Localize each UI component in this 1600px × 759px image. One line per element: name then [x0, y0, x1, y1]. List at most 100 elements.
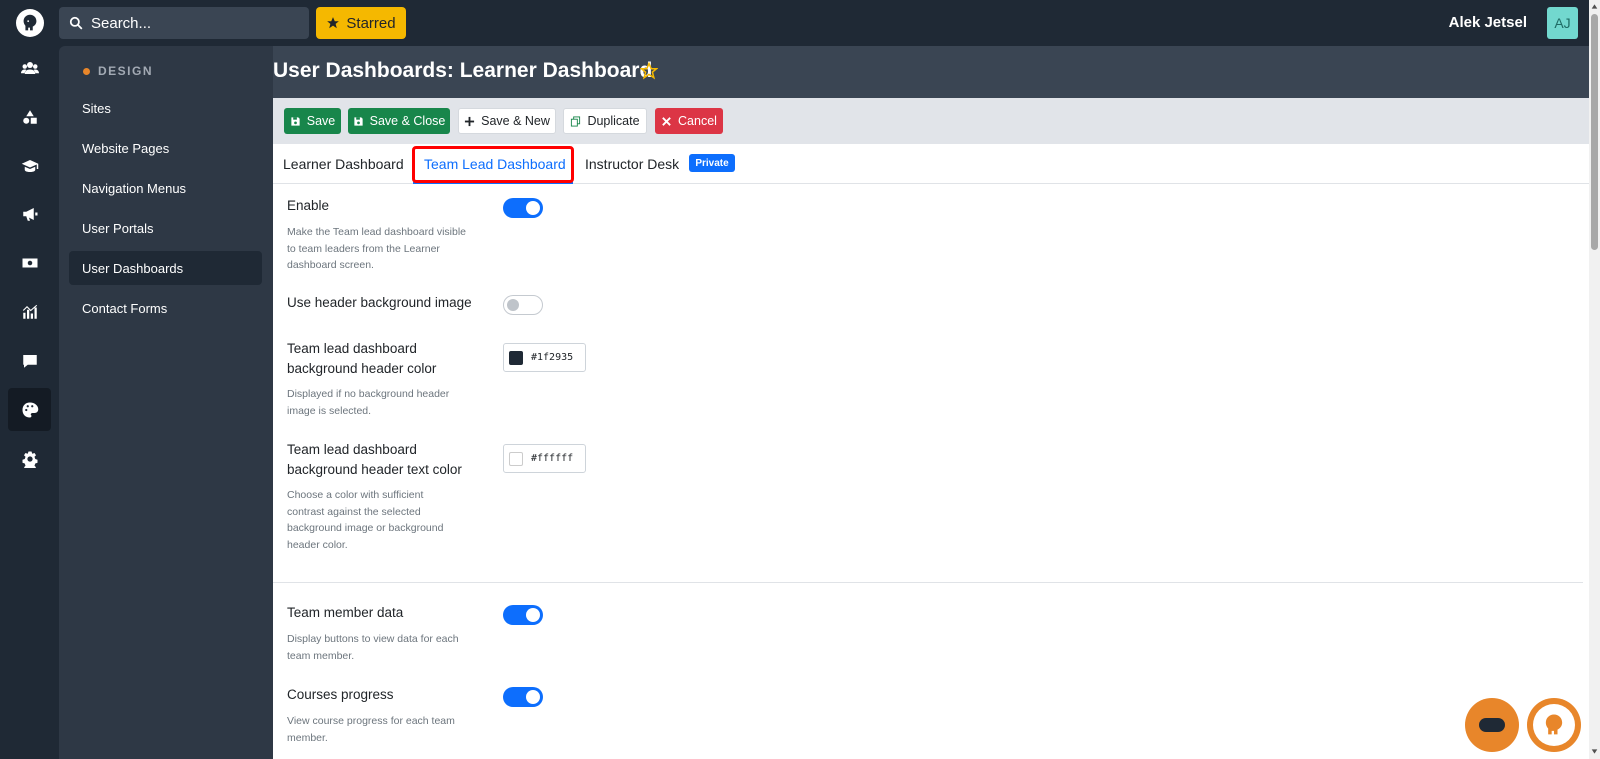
search-input[interactable] — [91, 14, 291, 32]
label-line: background header text color — [287, 462, 462, 477]
action-toolbar: Save Save & Close Save & New Duplicate C… — [273, 98, 1589, 144]
courses-progress-help: View course progress for each team membe… — [287, 713, 487, 746]
save-new-button[interactable]: Save & New — [458, 108, 556, 134]
scroll-down-icon[interactable] — [1591, 748, 1598, 755]
enable-toggle[interactable] — [503, 198, 543, 218]
design-sidebar: DESIGN Sites Website Pages Navigation Me… — [59, 46, 273, 759]
save-button[interactable]: Save — [284, 108, 341, 134]
sidebar-item-sites[interactable]: Sites — [69, 91, 262, 125]
avatar[interactable]: AJ — [1547, 7, 1578, 39]
help-line: member. — [287, 731, 328, 744]
help-line: Make the Team lead dashboard visible — [287, 226, 466, 238]
tab-instructor-desk[interactable]: Instructor Desk — [585, 156, 679, 172]
starred-label: Starred — [346, 14, 396, 32]
help-line: dashboard screen. — [287, 259, 374, 271]
header-bg-color-label: Team lead dashboard background header co… — [287, 339, 436, 379]
courses-progress-toggle[interactable] — [503, 687, 543, 707]
help-line: View course progress for each team — [287, 715, 455, 727]
header-bg-color-picker[interactable]: #1f2935 — [503, 343, 586, 372]
label-line: Team lead dashboard — [287, 442, 417, 457]
color-swatch — [509, 350, 523, 365]
section-label: DESIGN — [98, 64, 154, 78]
help-line: Display buttons to view data for each — [287, 633, 459, 645]
users-icon[interactable] — [8, 46, 51, 89]
search-icon — [69, 16, 83, 30]
chart-icon[interactable] — [8, 290, 51, 333]
cancel-label: Cancel — [678, 114, 717, 128]
section-dot-icon — [83, 67, 90, 75]
help-line: contrast against the selected — [287, 505, 421, 518]
icon-rail — [0, 46, 59, 759]
sidebar-item-contact-forms[interactable]: Contact Forms — [69, 291, 262, 325]
top-bar: Starred Alek Jetsel AJ — [0, 0, 1589, 46]
floppy-icon — [354, 116, 363, 126]
shapes-icon[interactable] — [8, 95, 51, 138]
plus-icon — [465, 116, 475, 126]
star-icon — [327, 17, 340, 29]
graduation-cap-icon[interactable] — [8, 144, 51, 187]
save-close-label: Save & Close — [369, 114, 446, 128]
cancel-button[interactable]: Cancel — [655, 108, 723, 134]
editor-panel: Save Save & Close Save & New Duplicate C… — [273, 98, 1589, 759]
team-member-data-help: Display buttons to view data for each te… — [287, 631, 487, 664]
tab-highlight-box — [412, 146, 574, 183]
sidebar-item-website-pages[interactable]: Website Pages — [69, 131, 262, 165]
team-member-data-toggle[interactable] — [503, 605, 543, 625]
save-label: Save — [306, 114, 336, 128]
save-new-label: Save & New — [481, 114, 550, 128]
team-member-data-label: Team member data — [287, 605, 404, 620]
header-bg-color-help: Displayed if no background header image … — [287, 386, 487, 419]
help-line: to team leaders from the Learner — [287, 242, 440, 255]
help-line: Displayed if no background header — [287, 388, 450, 400]
floppy-icon — [291, 116, 300, 126]
label-line: background header color — [287, 361, 437, 376]
header-bg-image-label: Use header background image — [287, 295, 472, 310]
close-icon — [662, 116, 671, 126]
color-value: #ffffff — [531, 453, 574, 464]
elephant-icon — [1545, 714, 1563, 735]
header-text-color-help: Choose a color with sufficient contrast … — [287, 487, 487, 553]
tab-learner-dashboard[interactable]: Learner Dashboard — [283, 156, 404, 172]
sidebar-item-user-dashboards[interactable]: User Dashboards — [69, 251, 262, 285]
chat-button[interactable] — [1465, 698, 1519, 752]
sidebar-item-user-portals[interactable]: User Portals — [69, 211, 262, 245]
header-text-color-picker[interactable]: #ffffff — [503, 444, 586, 473]
duplicate-button[interactable]: Duplicate — [563, 108, 647, 134]
enable-label: Enable — [287, 198, 330, 213]
starred-button[interactable]: Starred — [316, 7, 406, 39]
private-badge: Private — [689, 154, 735, 172]
favorite-star-icon[interactable] — [640, 62, 658, 80]
chat-bubble-icon — [1479, 718, 1505, 732]
comment-icon[interactable] — [8, 339, 51, 382]
header-text-color-label: Team lead dashboard background header te… — [287, 440, 462, 480]
copy-icon — [571, 115, 581, 127]
money-icon[interactable] — [8, 241, 51, 284]
duplicate-label: Duplicate — [587, 114, 640, 128]
megaphone-icon[interactable] — [8, 192, 51, 235]
header-bg-image-toggle[interactable] — [503, 295, 543, 315]
scroll-up-icon[interactable] — [1591, 3, 1598, 10]
help-line: image is selected. — [287, 404, 372, 417]
help-assistant-button[interactable] — [1527, 698, 1581, 752]
help-line: Choose a color with sufficient — [287, 489, 424, 501]
gear-icon[interactable] — [8, 437, 51, 480]
scroll-thumb[interactable] — [1591, 14, 1598, 250]
search-box[interactable] — [59, 7, 309, 39]
courses-progress-label: Courses progress — [287, 687, 394, 702]
palette-icon[interactable] — [8, 388, 51, 431]
user-name[interactable]: Alek Jetsel — [1449, 14, 1527, 31]
page-scrollbar[interactable] — [1589, 0, 1600, 759]
help-line: team member. — [287, 649, 355, 662]
color-value: #1f2935 — [531, 352, 574, 363]
save-close-button[interactable]: Save & Close — [348, 108, 450, 134]
elephant-logo-icon[interactable] — [16, 9, 44, 37]
sidebar-section-title: DESIGN — [83, 64, 153, 78]
sidebar-item-navigation-menus[interactable]: Navigation Menus — [69, 171, 262, 205]
page-title: User Dashboards: Learner Dashboard — [273, 59, 653, 82]
enable-help: Make the Team lead dashboard visible to … — [287, 224, 487, 274]
label-line: Team lead dashboard — [287, 341, 417, 356]
help-line: background image or background — [287, 522, 444, 534]
help-line: header color. — [287, 538, 348, 551]
section-divider — [273, 582, 1583, 583]
color-swatch — [509, 451, 523, 466]
